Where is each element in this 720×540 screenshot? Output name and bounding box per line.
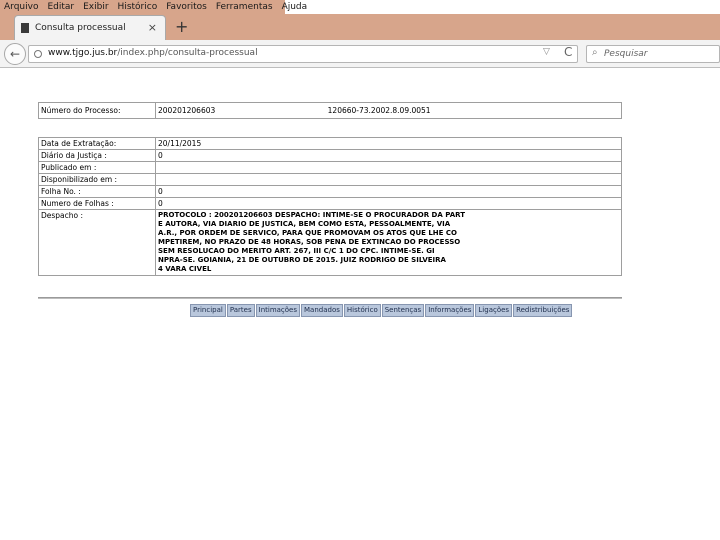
process-number-label: Número do Processo: [38,102,156,119]
table-row: Publicado em : [38,161,622,174]
close-icon[interactable]: × [148,21,157,34]
detail-value: 0 [155,197,622,210]
page-favicon-icon [21,23,29,33]
search-icon: ⌕ [592,47,598,58]
url-host: www.tjgo.jus.br [48,48,118,58]
table-row: Folha No. : 0 [38,185,622,198]
back-button[interactable]: ← [4,43,26,65]
tab-historico[interactable]: Histórico [343,304,381,317]
tab-sentencas[interactable]: Sentenças [381,304,425,317]
url-path: /index.php/consulta-processual [117,48,258,58]
detail-value: 20/11/2015 [155,137,622,150]
menu-edit[interactable]: Editar [47,2,74,12]
chevron-down-icon[interactable]: ▽ [543,47,550,57]
menu-help[interactable]: Ajuda [282,2,308,12]
new-tab-button[interactable]: + [175,17,188,37]
tab-mandados[interactable]: Mandados [301,304,343,317]
process-number-table: Número do Processo: 200201206603 120660-… [38,102,622,119]
process-number-cell: 200201206603 120660-73.2002.8.09.0051 [155,102,622,119]
menu-view[interactable]: Exibir [83,2,108,12]
table-row: Disponibilizado em : [38,173,622,186]
reload-icon[interactable]: C [564,45,572,59]
despacho-text: PROTOCOLO : 200201206603 DESPACHO: INTIM… [155,209,622,276]
menu-history[interactable]: Histórico [118,2,158,12]
process-tabs: Principal Partes Intimações Mandados His… [190,304,573,317]
menu-tools[interactable]: Ferramentas [216,2,273,12]
menu-bar: Arquivo Editar Exibir Histórico Favorito… [0,0,307,14]
tab-principal[interactable]: Principal [190,304,226,317]
process-number: 200201206603 [158,106,216,115]
menu-bookmarks[interactable]: Favoritos [166,2,207,12]
detail-label: Disponibilizado em : [38,173,156,186]
detail-value: 0 [155,149,622,162]
tab-consulta-processual[interactable]: Consulta processual × [14,15,166,40]
tab-intimacoes[interactable]: Intimações [255,304,301,317]
detail-label: Diário da Justiça : [38,149,156,162]
table-row: Data de Extratação: 20/11/2015 [38,137,622,150]
detail-label: Folha No. : [38,185,156,198]
divider [38,297,622,299]
detail-value [155,173,622,186]
table-row: Numero de Folhas : 0 [38,197,622,210]
detail-label: Data de Extratação: [38,137,156,150]
tab-ligacoes[interactable]: Ligações [475,304,513,317]
detail-label: Publicado em : [38,161,156,174]
address-text[interactable]: www.tjgo.jus.br/index.php/consulta-proce… [48,48,258,58]
tab-redistribuicoes[interactable]: Redistribuições [513,304,573,317]
despacho-label: Despacho : [38,209,156,276]
tab-informacoes[interactable]: Informações [425,304,475,317]
tab-partes[interactable]: Partes [226,304,255,317]
process-details-table: Data de Extratação: 20/11/2015 Diário da… [38,137,622,276]
globe-icon [34,50,42,58]
tab-title: Consulta processual [35,23,126,33]
detail-value [155,161,622,174]
menu-file[interactable]: Arquivo [4,2,38,12]
search-input[interactable] [604,48,714,60]
table-row: Diário da Justiça : 0 [38,149,622,162]
table-row: Despacho : PROTOCOLO : 200201206603 DESP… [38,209,622,276]
detail-value: 0 [155,185,622,198]
process-number-unified: 120660-73.2002.8.09.0051 [327,106,431,115]
detail-label: Numero de Folhas : [38,197,156,210]
